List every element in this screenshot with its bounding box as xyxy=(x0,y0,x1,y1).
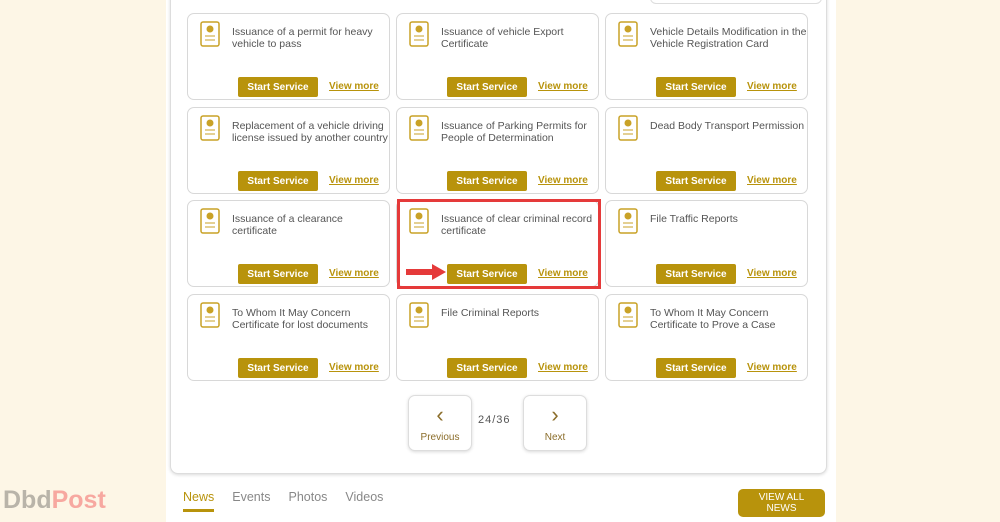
start-service-button[interactable]: Start Service xyxy=(656,358,736,378)
clearance-certificate-icon xyxy=(198,207,230,237)
tab-photos[interactable]: Photos xyxy=(288,490,327,512)
start-service-button[interactable]: Start Service xyxy=(238,171,318,191)
start-service-button[interactable]: Start Service xyxy=(447,77,527,97)
previous-label: Previous xyxy=(420,431,460,443)
start-service-button[interactable]: Start Service xyxy=(656,77,736,97)
service-card: To Whom It May Concern Certificate to Pr… xyxy=(605,294,808,381)
service-card: Issuance of a permit for heavy vehicle t… xyxy=(187,13,390,100)
view-more-link[interactable]: View more xyxy=(329,268,379,279)
ambulance-icon xyxy=(616,114,648,144)
watermark-logo: DbdPost xyxy=(3,486,106,514)
view-more-link[interactable]: View more xyxy=(538,81,588,92)
license-exchange-icon xyxy=(198,114,230,144)
previous-button[interactable]: ‹ Previous xyxy=(408,395,472,451)
car-certificate-icon xyxy=(407,20,439,50)
service-title: Issuance of a clearance certificate xyxy=(232,213,343,237)
service-title: File Criminal Reports xyxy=(441,307,540,319)
next-button[interactable]: › Next xyxy=(523,395,587,451)
lost-document-icon xyxy=(198,301,230,331)
view-all-news-button[interactable]: VIEW ALL NEWS xyxy=(738,489,825,517)
service-card: Replacement of a vehicle driving license… xyxy=(187,107,390,194)
view-more-link[interactable]: View more xyxy=(329,81,379,92)
service-card: Vehicle Details Modification in the Vehi… xyxy=(605,13,808,100)
view-more-link[interactable]: View more xyxy=(747,268,797,279)
tab-videos[interactable]: Videos xyxy=(345,490,383,512)
chevron-left-icon: ‹ xyxy=(436,401,444,427)
service-card: Issuance of Parking Permits for People o… xyxy=(396,107,599,194)
service-card: Dead Body Transport Permission Start Serv… xyxy=(605,107,808,194)
service-title: Dead Body Transport Permission xyxy=(650,120,805,132)
next-label: Next xyxy=(544,431,566,443)
view-more-link[interactable]: View more xyxy=(329,175,379,186)
service-card: File Criminal Reports Start Service View m… xyxy=(396,294,599,381)
view-more-link[interactable]: View more xyxy=(329,362,379,373)
service-title: Replacement of a vehicle driving license… xyxy=(232,120,388,144)
start-service-button[interactable]: Start Service xyxy=(238,77,318,97)
start-service-button[interactable]: Start Service xyxy=(238,358,318,378)
previous-element-edge xyxy=(650,0,822,4)
service-title: To Whom It May Concern Certificate for l… xyxy=(232,307,368,331)
car-info-icon xyxy=(616,20,648,50)
start-service-button[interactable]: Start Service xyxy=(656,171,736,191)
service-card: File Traffic Reports Start Service View mo… xyxy=(605,200,808,287)
page-counter: 24/36 xyxy=(478,414,511,426)
start-service-button[interactable]: Start Service xyxy=(447,171,527,191)
service-title: Issuance of Parking Permits for People o… xyxy=(441,120,587,144)
tab-events[interactable]: Events xyxy=(232,490,270,512)
chevron-right-icon: › xyxy=(551,401,559,427)
media-tabs: News Events Photos Videos xyxy=(183,490,383,512)
start-service-button[interactable]: Start Service xyxy=(656,264,736,284)
tab-news[interactable]: News xyxy=(183,490,215,512)
view-more-link[interactable]: View more xyxy=(747,175,797,186)
service-title: Issuance of vehicle Export Certificate xyxy=(441,26,564,50)
view-more-link[interactable]: View more xyxy=(538,362,588,373)
start-service-button[interactable]: Start Service xyxy=(238,264,318,284)
accessible-parking-icon xyxy=(407,114,439,144)
service-title: Issuance of a permit for heavy vehicle t… xyxy=(232,26,373,50)
view-more-link[interactable]: View more xyxy=(538,175,588,186)
service-title: To Whom It May Concern Certificate to Pr… xyxy=(650,307,776,331)
service-card: Issuance of vehicle Export Certificate St… xyxy=(396,13,599,100)
view-more-link[interactable]: View more xyxy=(747,81,797,92)
service-title: Vehicle Details Modification in the Vehi… xyxy=(650,26,807,50)
service-card: Issuance of a clearance certificate Start… xyxy=(187,200,390,287)
report-laptop-icon xyxy=(616,301,648,331)
red-arrow-icon xyxy=(406,264,446,280)
service-title: File Traffic Reports xyxy=(650,213,738,225)
service-card: To Whom It May Concern Certificate for l… xyxy=(187,294,390,381)
truck-permit-icon xyxy=(198,20,230,50)
masked-criminal-icon xyxy=(407,301,439,331)
report-laptop-icon xyxy=(616,207,648,237)
start-service-button[interactable]: Start Service xyxy=(447,358,527,378)
view-more-link[interactable]: View more xyxy=(747,362,797,373)
